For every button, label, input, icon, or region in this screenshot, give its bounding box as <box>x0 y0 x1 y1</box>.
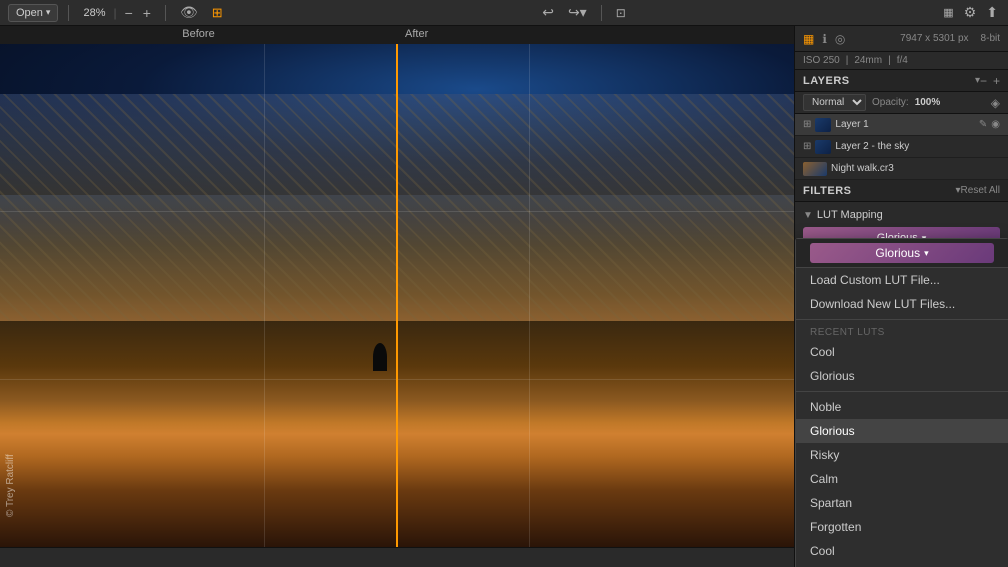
lut-cool[interactable]: Cool <box>796 539 1008 563</box>
download-lut-item[interactable]: Download New LUT Files... <box>796 292 1008 316</box>
dropdown-divider-2 <box>796 391 1008 392</box>
histogram-icon[interactable]: ▦ <box>803 32 814 46</box>
copyright: © Trey Ratcliff <box>5 454 16 517</box>
crop-button[interactable]: ⊡ <box>612 4 630 22</box>
settings-icon[interactable]: ⚙ <box>962 4 979 21</box>
redo-icon: ↪▾ <box>568 4 587 21</box>
lut-risky[interactable]: Risky <box>796 443 1008 467</box>
blend-mode-select[interactable]: Normal <box>803 94 866 111</box>
toolbar-right: ▦ ⚙ ⬆ <box>941 4 1000 21</box>
layer-2-name: Layer 2 - the sky <box>835 141 1000 152</box>
layer-3-name: Night walk.cr3 <box>831 163 1000 174</box>
undo-icon: ↩ <box>542 4 554 21</box>
before-after-bar: Before After <box>0 26 794 44</box>
layer2-merge-icon: ⊞ <box>803 141 811 152</box>
iso-value: ISO 250 <box>803 55 840 66</box>
meta-row: ISO 250 | 24mm | f/4 <box>795 52 1008 70</box>
compare-view-button[interactable]: ⊞ <box>208 4 227 22</box>
divider3 <box>165 5 166 21</box>
figure-silhouette <box>373 343 387 371</box>
eye-view-button[interactable]: 👁 <box>176 4 202 22</box>
remove-layer-icon[interactable]: − <box>980 74 987 88</box>
image-resolution: 7947 x 5301 px <box>900 33 968 44</box>
lut-spartan[interactable]: Spartan <box>796 491 1008 515</box>
layers-title: LAYERS <box>803 75 975 87</box>
load-custom-lut-item[interactable]: Load Custom LUT File... <box>796 268 1008 292</box>
aperture-value: f/4 <box>897 55 908 66</box>
layer-1-edit-icon[interactable]: ✎ <box>979 119 987 130</box>
filters-title: FILTERS <box>803 185 956 197</box>
recent-luts-label: RECENT LUTS <box>796 323 1008 340</box>
lut-inca[interactable]: Inca <box>796 563 1008 567</box>
grid-icon[interactable]: ▦ <box>941 6 955 19</box>
eye-icon: 👁 <box>180 4 198 21</box>
focal-value: 24mm <box>854 55 882 66</box>
meta-sep2: | <box>888 55 891 66</box>
right-panel: ▦ ℹ ◎ 7947 x 5301 px 8-bit ISO 250 | 24m… <box>794 26 1008 567</box>
layers-icons: − + <box>980 74 1000 88</box>
layers-header: LAYERS ▾ − + <box>795 70 1008 92</box>
compare-icon: ⊞ <box>212 5 223 21</box>
before-label: Before <box>0 26 397 44</box>
blend-row: Normal Opacity: 100% ◈ <box>795 92 1008 114</box>
main-area: Before After © Trey Ratcliff <box>0 26 1008 567</box>
open-label: Open <box>16 7 43 19</box>
opacity-label: Opacity: <box>872 97 909 108</box>
fake-image <box>0 44 794 547</box>
recent-lut-cool[interactable]: Cool <box>796 340 1008 364</box>
meta-sep1: | <box>846 55 849 66</box>
divider4 <box>601 5 602 21</box>
image-container[interactable]: © Trey Ratcliff <box>0 44 794 547</box>
dropdown-header: Glorious ▾ <box>796 239 1008 268</box>
add-layer-icon[interactable]: + <box>993 74 1000 88</box>
recent-lut-glorious[interactable]: Glorious <box>796 364 1008 388</box>
lut-title: LUT Mapping <box>817 209 883 221</box>
layer-1-eye-icon[interactable]: ◉ <box>991 119 1000 130</box>
open-button[interactable]: Open ▾ <box>8 4 58 22</box>
lut-noble[interactable]: Noble <box>796 395 1008 419</box>
export-icon[interactable]: ⬆ <box>984 4 1000 21</box>
lut-header: ▼ LUT Mapping <box>803 206 1000 224</box>
top-toolbar: Open ▾ 28% | − + 👁 ⊞ ↩ ↪▾ ⊡ ▦ ⚙ ⬆ <box>0 0 1008 26</box>
layer-1-thumb <box>815 118 831 132</box>
layer-1-name: Layer 1 <box>835 119 974 130</box>
bit-depth: 8-bit <box>981 33 1000 44</box>
crop-icon: ⊡ <box>616 6 626 20</box>
lut-forgotten[interactable]: Forgotten <box>796 515 1008 539</box>
layer-3-thumb <box>803 162 827 176</box>
info-icon[interactable]: ℹ <box>822 32 827 46</box>
dropdown-current-lut: Glorious ▾ <box>810 243 994 263</box>
layer-item-1[interactable]: ⊞ Layer 1 ✎ ◉ <box>795 114 1008 136</box>
opacity-value: 100% <box>915 97 941 108</box>
layer-merge-icon: ⊞ <box>803 119 811 130</box>
filters-header: FILTERS ▾ Reset All <box>795 180 1008 202</box>
zoom-value: 28% <box>79 7 109 19</box>
redo-button[interactable]: ↪▾ <box>564 4 591 22</box>
lut-calm[interactable]: Calm <box>796 467 1008 491</box>
bottom-bar <box>0 547 794 567</box>
layer-2-thumb <box>815 140 831 154</box>
divider2: | <box>113 6 116 20</box>
lut-glorious[interactable]: Glorious <box>796 419 1008 443</box>
undo-button[interactable]: ↩ <box>538 4 558 22</box>
divider <box>68 5 69 21</box>
reset-all-button[interactable]: Reset All <box>961 185 1000 196</box>
lut-dropdown-menu: Glorious ▾ Load Custom LUT File... Downl… <box>795 238 1008 567</box>
after-label: After <box>397 26 794 44</box>
open-chevron-icon: ▾ <box>46 7 51 18</box>
zoom-minus-button[interactable]: − <box>121 4 137 22</box>
dropdown-lut-name: Glorious <box>875 246 920 260</box>
panel-header-icons: ▦ ℹ ◎ 7947 x 5301 px 8-bit <box>795 26 1008 52</box>
metadata-icon[interactable]: ◎ <box>835 32 845 46</box>
lut-collapse-icon[interactable]: ▼ <box>803 210 813 221</box>
split-line[interactable] <box>396 44 398 547</box>
zoom-group: 28% | − + <box>79 4 155 22</box>
layer-item-2[interactable]: ⊞ Layer 2 - the sky <box>795 136 1008 158</box>
layer-item-3[interactable]: Night walk.cr3 <box>795 158 1008 180</box>
zoom-plus-button[interactable]: + <box>139 4 155 22</box>
dropdown-chevron-icon: ▾ <box>924 248 929 259</box>
canvas-area: Before After © Trey Ratcliff <box>0 26 794 567</box>
dropdown-divider-1 <box>796 319 1008 320</box>
layer-visibility-icon[interactable]: ◈ <box>991 96 1000 110</box>
